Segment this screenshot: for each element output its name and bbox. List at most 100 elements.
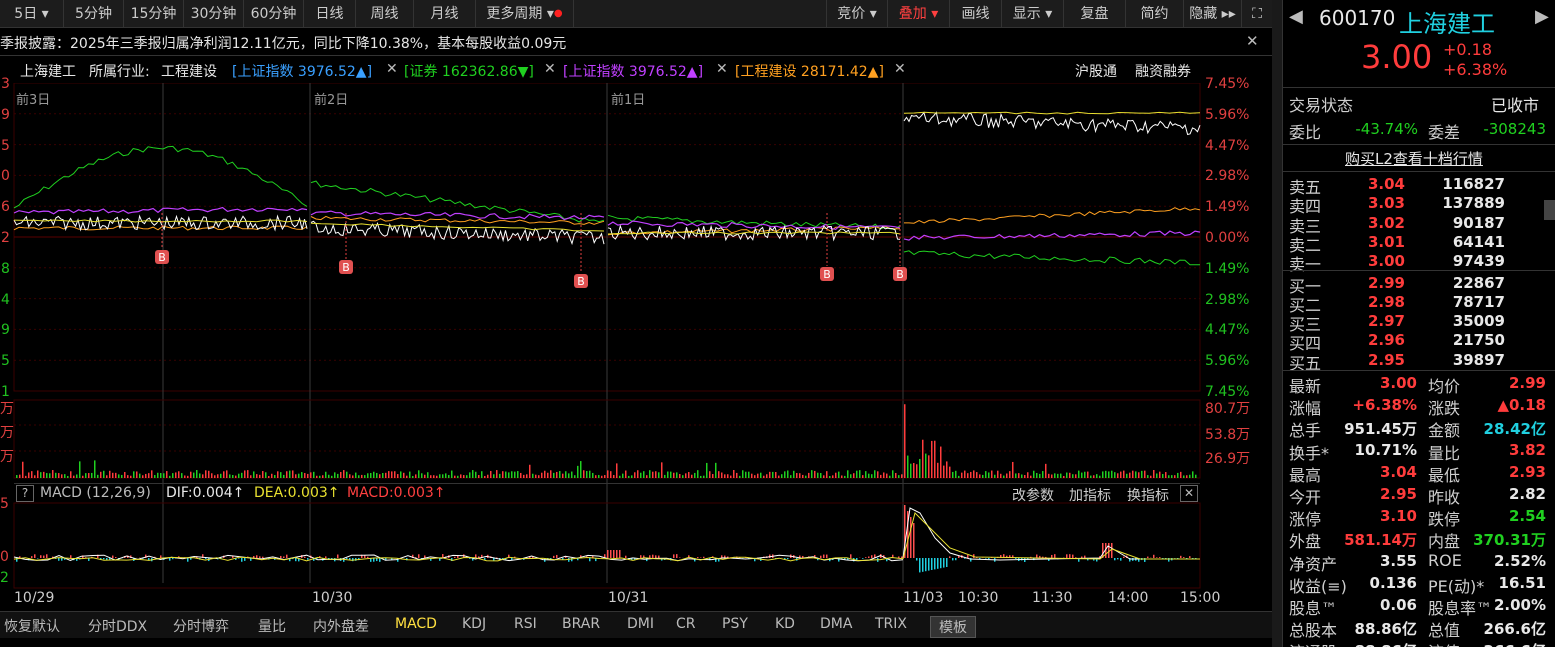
volume-bar	[49, 473, 51, 478]
overlay-index-1[interactable]: [上证指数 3976.52▲]	[232, 61, 372, 81]
tab-15min[interactable]: 15分钟	[124, 0, 184, 28]
indicator-tab[interactable]: 模板	[930, 616, 976, 638]
volume-bar	[1114, 472, 1116, 478]
tab-monthly[interactable]: 月线	[414, 0, 476, 28]
volume-bar	[547, 472, 549, 478]
volume-left-label: 万	[0, 401, 14, 417]
volume-bar	[919, 458, 921, 478]
replay-button[interactable]: 复盘	[1064, 0, 1126, 28]
indicator-tab[interactable]: MACD	[395, 616, 437, 632]
close-icon[interactable]: ✕	[894, 61, 906, 77]
volume-bar	[1048, 473, 1050, 478]
close-icon[interactable]: ✕	[386, 61, 398, 77]
stat-label: 最新	[1289, 377, 1322, 396]
help-icon[interactable]: ?	[16, 485, 34, 502]
stat-value: 2.00%	[1493, 596, 1546, 614]
volume-bar	[913, 462, 915, 478]
more-periods-button[interactable]: 更多周期 ▾●	[476, 0, 574, 28]
volume-bar	[619, 475, 621, 478]
tab-5min[interactable]: 5分钟	[64, 0, 124, 28]
indicator-tab[interactable]: DMI	[627, 616, 654, 632]
macd-bar	[901, 556, 903, 558]
overlay-index-4[interactable]: [工程建设 28171.42▲]	[735, 61, 884, 81]
tab-60min[interactable]: 60分钟	[244, 0, 304, 28]
indicator-tab[interactable]: KD	[775, 616, 795, 632]
indicator-tab[interactable]: PSY	[722, 616, 748, 632]
volume-axis-label: 80.7万	[1205, 401, 1251, 417]
volume-bar	[1123, 470, 1125, 478]
tab-weekly[interactable]: 周线	[356, 0, 414, 28]
volume-bar	[946, 461, 948, 478]
industry-value[interactable]: 工程建设	[161, 61, 217, 81]
volume-bar	[904, 404, 906, 478]
volume-bar	[655, 471, 657, 478]
period-select[interactable]: 5日 ▾	[0, 0, 64, 28]
volume-bar	[1177, 472, 1179, 478]
indicator-tab[interactable]: DMA	[820, 616, 852, 632]
hide-button[interactable]: 隐藏 ▸▸	[1184, 0, 1242, 28]
overlay-index-2[interactable]: [证券 162362.86▼]	[404, 61, 534, 81]
tab-30min[interactable]: 30分钟	[184, 0, 244, 28]
indicator-tab[interactable]: TRIX	[875, 616, 907, 632]
scrollbar-thumb[interactable]	[1544, 200, 1555, 220]
add-indicator-button[interactable]: 加指标	[1069, 485, 1111, 505]
volume-bar	[145, 473, 147, 478]
indicator-tab[interactable]: 量比	[258, 616, 286, 636]
macd-left-label: 5	[0, 496, 9, 512]
macd-bar	[241, 558, 243, 562]
close-icon[interactable]: ✕	[1246, 32, 1259, 50]
macd-bar	[625, 555, 627, 558]
close-icon[interactable]: ✕	[1180, 485, 1198, 502]
margin-link[interactable]: 融资融券	[1135, 61, 1191, 81]
volume-bar	[445, 473, 447, 478]
indicator-tab[interactable]: 内外盘差	[313, 616, 369, 636]
indicator-tab[interactable]: KDJ	[462, 616, 486, 632]
edit-params-button[interactable]: 改参数	[1012, 485, 1054, 505]
indicator-tab[interactable]: 分时博弈	[173, 616, 229, 636]
volume-bar	[532, 473, 534, 478]
simple-button[interactable]: 简约	[1126, 0, 1184, 28]
volume-bar	[571, 471, 573, 478]
macd-dif: DIF:0.004↑	[166, 485, 245, 501]
macd-bar	[913, 523, 915, 558]
overlay-button[interactable]: 叠加 ▾	[888, 0, 950, 28]
divider	[1283, 370, 1555, 371]
volume-bar	[184, 475, 186, 478]
switch-indicator-button[interactable]: 换指标	[1127, 485, 1169, 505]
indicator-tab[interactable]: CR	[676, 616, 696, 632]
buy-l2-link[interactable]: 购买L2查看十档行情	[1345, 148, 1483, 169]
macd-bar	[610, 550, 612, 558]
fullscreen-icon[interactable]: ⛶	[1242, 0, 1272, 28]
book-volume: 78717	[1452, 292, 1505, 311]
stat-value: 2.99	[1508, 374, 1546, 392]
overlay-index-3[interactable]: [上证指数 3976.52▲]	[563, 61, 703, 81]
panel-splitter[interactable]	[1272, 0, 1282, 647]
volume-bar	[352, 475, 354, 478]
display-button[interactable]: 显示 ▾	[1002, 0, 1064, 28]
macd-bar	[1189, 556, 1191, 558]
indicator-tab[interactable]: BRAR	[562, 616, 600, 632]
volume-bar	[724, 474, 726, 478]
close-icon[interactable]: ✕	[716, 61, 728, 77]
indicator-tab[interactable]: 分时DDX	[88, 616, 147, 636]
indicator-tab[interactable]: RSI	[514, 616, 537, 632]
volume-bar	[577, 465, 579, 478]
macd-bar	[34, 554, 36, 558]
close-icon[interactable]: ✕	[544, 61, 556, 77]
prev-stock-icon[interactable]: ◀	[1289, 6, 1303, 27]
next-stock-icon[interactable]: ▶	[1535, 6, 1549, 27]
draw-button[interactable]: 画线	[950, 0, 1002, 28]
volume-bar	[781, 474, 783, 478]
volume-bar	[403, 472, 405, 478]
volume-bar	[673, 472, 675, 478]
indicator-tab[interactable]: 恢复默认	[4, 616, 60, 636]
tab-daily[interactable]: 日线	[304, 0, 356, 28]
volume-bar	[1069, 472, 1071, 478]
intraday-chart[interactable]: B B B B B	[0, 83, 1272, 611]
hk-connect-link[interactable]: 沪股通	[1075, 61, 1117, 81]
macd-bar	[367, 556, 369, 558]
left-axis-label: 0	[1, 168, 10, 185]
auction-button[interactable]: 竞价 ▾	[826, 0, 888, 28]
volume-bar	[1147, 475, 1149, 478]
news-text[interactable]: 季报披露：2025年三季报归属净利润12.11亿元，同比下降10.38%，基本每…	[0, 33, 566, 53]
